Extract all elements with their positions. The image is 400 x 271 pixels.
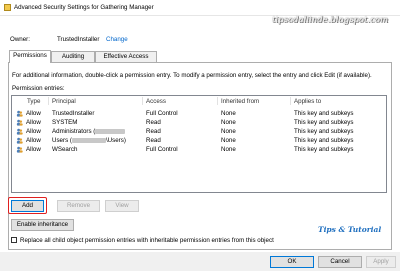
- cancel-button[interactable]: Cancel: [318, 256, 362, 268]
- cell-inherited-from: None: [221, 119, 236, 126]
- cell-principal: Administrators (: [52, 128, 126, 135]
- add-button[interactable]: Add: [11, 200, 44, 212]
- redacted-name: [71, 137, 106, 143]
- cell-type: Allow: [26, 128, 41, 135]
- table-row[interactable]: Allow Administrators ( Read None This ke…: [13, 127, 385, 136]
- tab-permissions[interactable]: Permissions: [9, 50, 51, 63]
- cell-type: Allow: [26, 137, 41, 144]
- cell-access: Read: [146, 119, 161, 126]
- cell-inherited-from: None: [221, 110, 236, 117]
- cell-applies-to: This key and subkeys: [294, 119, 354, 126]
- remove-button[interactable]: Remove: [57, 200, 100, 212]
- permission-entries-list[interactable]: Type Principal Access Inherited from App…: [11, 95, 387, 193]
- column-header-access[interactable]: Access: [146, 98, 166, 105]
- watermark-bottom: Tips & Tutorial: [318, 225, 382, 234]
- column-header-inherited-from[interactable]: Inherited from: [221, 98, 259, 105]
- column-header-applies-to[interactable]: Applies to: [294, 98, 321, 105]
- window-title: Advanced Security Settings for Gathering…: [14, 4, 154, 11]
- table-row[interactable]: Allow Users (\Users) Read None This key …: [13, 136, 385, 145]
- table-row[interactable]: Allow WSearch Full Control None This key…: [13, 145, 385, 154]
- table-row[interactable]: Allow TrustedInstaller Full Control None…: [13, 109, 385, 118]
- cell-applies-to: This key and subkeys: [294, 128, 354, 135]
- enable-inheritance-button[interactable]: Enable inheritance: [11, 219, 74, 231]
- cell-principal-text: Administrators (: [52, 128, 96, 135]
- permission-entries-label: Permission entries:: [12, 85, 65, 92]
- cell-inherited-from: None: [221, 128, 236, 135]
- tab-effective-access[interactable]: Effective Access: [95, 51, 157, 62]
- owner-label: Owner:: [10, 36, 30, 43]
- replace-permissions-label: Replace all child object permission entr…: [20, 237, 274, 244]
- cell-access: Full Control: [146, 110, 178, 117]
- ok-button[interactable]: OK: [270, 256, 314, 268]
- cell-type: Allow: [26, 146, 41, 153]
- table-row[interactable]: Allow SYSTEM Read None This key and subk…: [13, 118, 385, 127]
- tab-auditing[interactable]: Auditing: [51, 51, 95, 62]
- users-icon: [16, 137, 23, 144]
- cell-access: Read: [146, 137, 161, 144]
- cell-principal: WSearch: [52, 146, 78, 153]
- redacted-name: [95, 128, 126, 134]
- cell-applies-to: This key and subkeys: [294, 137, 354, 144]
- users-icon: [16, 128, 23, 135]
- apply-button[interactable]: Apply: [366, 256, 396, 268]
- cell-inherited-from: None: [221, 146, 236, 153]
- cell-principal: SYSTEM: [52, 119, 78, 126]
- users-icon: [16, 146, 23, 153]
- cell-applies-to: This key and subkeys: [294, 110, 354, 117]
- cell-type: Allow: [26, 110, 41, 117]
- view-button[interactable]: View: [105, 200, 139, 212]
- owner-value: TrustedInstaller: [57, 36, 100, 43]
- watermark-top: tipsodaliinde.blogspot.com: [272, 15, 389, 25]
- title-bar: Advanced Security Settings for Gathering…: [0, 0, 400, 16]
- cell-principal: TrustedInstaller: [52, 110, 95, 117]
- folder-lock-icon: [4, 4, 11, 11]
- cell-applies-to: This key and subkeys: [294, 146, 354, 153]
- cell-principal-text: Users (: [52, 137, 72, 144]
- cell-type: Allow: [26, 119, 41, 126]
- cell-inherited-from: None: [221, 137, 236, 144]
- info-text: For additional information, double-click…: [12, 72, 372, 79]
- column-header-principal[interactable]: Principal: [52, 98, 76, 105]
- users-icon: [16, 119, 23, 126]
- replace-permissions-checkbox[interactable]: [11, 237, 17, 243]
- cell-access: Read: [146, 128, 161, 135]
- cell-access: Full Control: [146, 146, 178, 153]
- users-icon: [16, 110, 23, 117]
- change-owner-link[interactable]: Change: [106, 36, 128, 43]
- column-header-type[interactable]: Type: [27, 98, 40, 105]
- cell-principal: Users (\Users): [52, 137, 126, 144]
